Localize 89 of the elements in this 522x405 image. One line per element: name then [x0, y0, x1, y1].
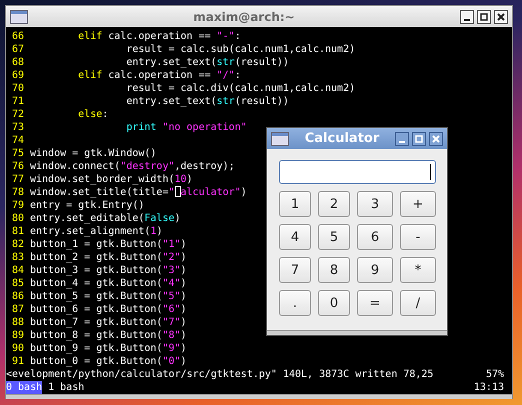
line-number: 81	[12, 225, 26, 238]
close-icon	[497, 12, 505, 20]
calculator-key[interactable]: -	[400, 224, 436, 250]
code-line: button_7 = gtk.Button("7")	[30, 316, 187, 329]
maximize-button[interactable]	[412, 132, 426, 146]
line-number: 78	[12, 186, 26, 199]
calculator-key[interactable]: +	[400, 191, 436, 217]
close-button[interactable]	[429, 132, 443, 146]
line-number: 72	[12, 108, 26, 121]
minimize-icon	[464, 18, 470, 20]
calculator-key[interactable]: /	[400, 290, 436, 316]
calculator-key[interactable]: .	[279, 290, 311, 316]
line-number: 73	[12, 121, 26, 134]
code-line: window.connect("destroy",destroy);	[30, 160, 235, 173]
status-message: <evelopment/python/calculator/src/gtktest.py" 140L, 3873C written 78,25	[6, 368, 434, 381]
code-line: button_0 = gtk.Button("0")	[30, 355, 187, 368]
line-number: 91	[12, 355, 26, 368]
code-line: result = calc.sub(calc.num1,calc.num2)	[125, 43, 356, 56]
code-line: print "no operation"	[125, 121, 247, 134]
window-tab[interactable]: 0 bash	[6, 381, 42, 394]
code-line: button_9 = gtk.Button("9")	[30, 342, 187, 355]
line-number: 87	[12, 303, 26, 316]
calculator-key[interactable]: 8	[318, 257, 350, 283]
calculator-key[interactable]: 7	[279, 257, 311, 283]
line-number: 77	[12, 173, 26, 186]
window-icon	[271, 132, 289, 146]
code-line: button_6 = gtk.Button("6")	[30, 303, 187, 316]
calculator-key[interactable]: *	[400, 257, 436, 283]
line-number: 69	[12, 69, 26, 82]
code-line: elif calc.operation == "-":	[77, 30, 241, 43]
line-number: 66	[12, 30, 26, 43]
line-number: 68	[12, 56, 26, 69]
code-line: button_2 = gtk.Button("2")	[30, 251, 187, 264]
close-button[interactable]	[494, 10, 508, 24]
line-number: 85	[12, 277, 26, 290]
line-number: 89	[12, 329, 26, 342]
line-number: 79	[12, 199, 26, 212]
calculator-key[interactable]: 1	[279, 191, 311, 217]
code-line: result = calc.div(calc.num1,calc.num2)	[125, 82, 356, 95]
code-line: entry.set_alignment(1)	[30, 225, 162, 238]
line-number: 83	[12, 251, 26, 264]
window-icon	[10, 10, 28, 24]
code-line: button_4 = gtk.Button("4")	[30, 277, 187, 290]
line-number: 86	[12, 290, 26, 303]
code-line: entry.set_text(str(result))	[125, 95, 289, 108]
line-number: 76	[12, 160, 26, 173]
scroll-percent: 57%	[486, 368, 504, 381]
calculator-key[interactable]: 3	[357, 191, 393, 217]
code-line: button_3 = gtk.Button("3")	[30, 264, 187, 277]
code-line: button_5 = gtk.Button("5")	[30, 290, 187, 303]
code-line: elif calc.operation == "/":	[77, 69, 241, 82]
code-line: else:	[77, 108, 108, 121]
window-title: maxim@arch:~	[192, 10, 296, 24]
window-title: Calculator	[304, 131, 380, 146]
display-field[interactable]	[279, 160, 436, 184]
minimize-button[interactable]	[395, 132, 409, 146]
maximize-icon	[415, 134, 423, 142]
code-line: window = gtk.Window()	[30, 147, 156, 160]
clock: 13:13	[474, 381, 504, 394]
line-number: 70	[12, 82, 26, 95]
calculator-key[interactable]: 0	[318, 290, 350, 316]
line-number: 71	[12, 95, 26, 108]
calculator-key[interactable]: 9	[357, 257, 393, 283]
calculator-key[interactable]: 2	[318, 191, 350, 217]
window-tab[interactable]: 1 bash	[48, 381, 84, 394]
line-number: 88	[12, 316, 26, 329]
line-number: 75	[12, 147, 26, 160]
code-line: button_8 = gtk.Button("8")	[30, 329, 187, 342]
calculator-key[interactable]: 4	[279, 224, 311, 250]
code-line: entry.set_editable(False)	[30, 212, 181, 225]
code-line: button_1 = gtk.Button("1")	[30, 238, 187, 251]
line-number: 74	[12, 134, 26, 147]
code-line: window.set_title(title=" alculator")	[30, 186, 247, 199]
minimize-button[interactable]	[460, 10, 474, 24]
line-number: 67	[12, 43, 26, 56]
code-line: entry.set_text(str(result))	[125, 56, 289, 69]
calculator-key[interactable]: 6	[357, 224, 393, 250]
calculator-key[interactable]: 5	[318, 224, 350, 250]
minimize-icon	[399, 140, 405, 142]
close-icon	[432, 134, 440, 142]
line-number: 82	[12, 238, 26, 251]
maximize-button[interactable]	[477, 10, 491, 24]
maximize-icon	[480, 12, 488, 20]
line-number: 80	[12, 212, 26, 225]
line-number: 84	[12, 264, 26, 277]
line-number: 90	[12, 342, 26, 355]
code-line: entry = gtk.Entry()	[30, 199, 144, 212]
code-line: window.set_border_width(10)	[30, 173, 193, 186]
calculator-key[interactable]: =	[357, 290, 393, 316]
